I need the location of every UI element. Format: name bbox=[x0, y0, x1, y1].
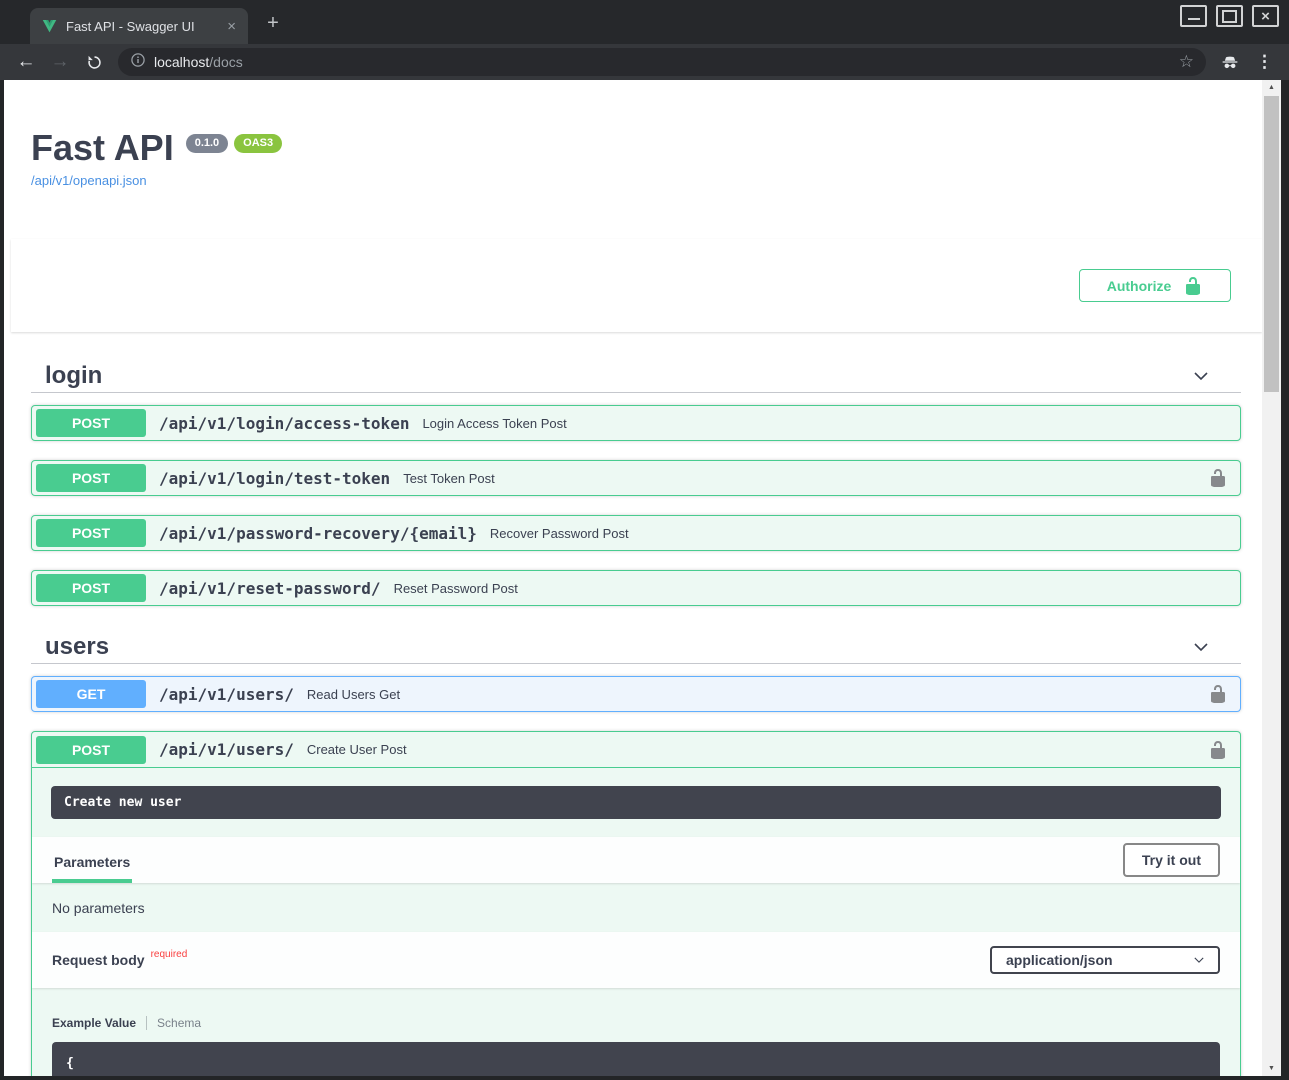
api-info: Fast API 0.1.0 OAS3 /api/v1/openapi.json bbox=[31, 128, 1235, 190]
tag-header-users[interactable]: users bbox=[31, 625, 1241, 664]
tag-section-login: login POST /api/v1/login/access-token Lo… bbox=[31, 354, 1241, 606]
endpoint-row-reset-password[interactable]: POST /api/v1/reset-password/ Reset Passw… bbox=[31, 570, 1241, 606]
example-code-block: { bbox=[52, 1042, 1220, 1076]
url-path: /docs bbox=[209, 54, 242, 70]
required-badge: required bbox=[151, 949, 188, 960]
endpoint-path: /api/v1/users/ bbox=[159, 685, 294, 704]
method-badge: GET bbox=[36, 680, 146, 708]
browser-toolbar: ← → localhost /docs ☆ ⋮ bbox=[0, 44, 1289, 80]
openapi-spec-link[interactable]: /api/v1/openapi.json bbox=[31, 173, 147, 188]
window-minimize-button[interactable] bbox=[1180, 5, 1207, 27]
authorize-label: Authorize bbox=[1107, 278, 1172, 294]
endpoint-path: /api/v1/reset-password/ bbox=[159, 579, 381, 598]
chevron-down-icon[interactable] bbox=[1191, 366, 1211, 386]
operation-description: Create new user bbox=[51, 786, 1221, 819]
endpoint-summary: Recover Password Post bbox=[490, 526, 629, 541]
oas3-badge: OAS3 bbox=[234, 134, 282, 153]
endpoint-path: /api/v1/login/access-token bbox=[159, 414, 409, 433]
endpoint-summary: Test Token Post bbox=[403, 471, 495, 486]
incognito-icon bbox=[1220, 52, 1240, 72]
tab-example-value[interactable]: Example Value bbox=[52, 1016, 136, 1030]
window-close-icon: × bbox=[1261, 9, 1270, 24]
model-example: Example Value Schema { bbox=[52, 1016, 1220, 1076]
swagger-page: Fast API 0.1.0 OAS3 /api/v1/openapi.json… bbox=[4, 80, 1262, 1076]
site-info-icon[interactable] bbox=[130, 52, 146, 73]
chevron-down-icon[interactable] bbox=[1191, 637, 1211, 657]
address-bar[interactable]: localhost /docs ☆ bbox=[118, 48, 1206, 76]
authorize-button[interactable]: Authorize bbox=[1079, 269, 1231, 302]
auth-lock-icon[interactable] bbox=[1208, 468, 1228, 488]
forward-icon[interactable]: → bbox=[50, 52, 70, 72]
parameters-tab: Parameters bbox=[52, 842, 132, 883]
auth-lock-icon[interactable] bbox=[1208, 740, 1228, 760]
unlocked-padlock-icon bbox=[1183, 276, 1203, 296]
endpoint-row-create-user[interactable]: POST /api/v1/users/ Create User Post bbox=[32, 732, 1240, 768]
endpoint-row-login-test-token[interactable]: POST /api/v1/login/test-token Test Token… bbox=[31, 460, 1241, 496]
endpoint-path: /api/v1/users/ bbox=[159, 740, 294, 759]
endpoint-row-login-access-token[interactable]: POST /api/v1/login/access-token Login Ac… bbox=[31, 405, 1241, 441]
vue-logo-favicon-icon bbox=[40, 17, 58, 35]
endpoint-path: /api/v1/login/test-token bbox=[159, 469, 390, 488]
back-icon[interactable]: ← bbox=[16, 52, 36, 72]
method-badge: POST bbox=[36, 519, 146, 547]
tab-title: Fast API - Swagger UI bbox=[66, 19, 223, 34]
browser-titlebar: Fast API - Swagger UI × + × bbox=[0, 0, 1289, 44]
browser-window: Fast API - Swagger UI × + × ← → localhos… bbox=[0, 0, 1289, 1080]
method-badge: POST bbox=[36, 464, 146, 492]
method-badge: POST bbox=[36, 736, 146, 764]
browser-tab[interactable]: Fast API - Swagger UI × bbox=[30, 8, 248, 44]
bookmark-star-icon[interactable]: ☆ bbox=[1179, 52, 1194, 72]
window-maximize-button[interactable] bbox=[1216, 5, 1243, 27]
page-title: Fast API bbox=[31, 128, 174, 168]
no-parameters-text: No parameters bbox=[32, 883, 1240, 932]
endpoint-summary: Read Users Get bbox=[307, 687, 400, 702]
scrollbar-thumb[interactable] bbox=[1264, 96, 1279, 392]
content-type-value: application/json bbox=[1006, 952, 1113, 968]
new-tab-button[interactable]: + bbox=[260, 10, 286, 36]
url-host: localhost bbox=[154, 54, 209, 70]
content-type-select[interactable]: application/json bbox=[990, 946, 1220, 974]
tag-name: users bbox=[45, 633, 109, 661]
scheme-container: Authorize bbox=[11, 239, 1262, 332]
tab-separator bbox=[146, 1016, 147, 1030]
scrollbar-up-arrow[interactable]: ▲ bbox=[1262, 80, 1281, 95]
endpoint-summary: Login Access Token Post bbox=[422, 416, 566, 431]
method-badge: POST bbox=[36, 574, 146, 602]
window-close-button[interactable]: × bbox=[1252, 5, 1279, 27]
reload-icon[interactable] bbox=[84, 52, 104, 72]
auth-lock-icon[interactable] bbox=[1208, 684, 1228, 704]
tag-section-users: users GET /api/v1/users/ Read Users Get bbox=[31, 625, 1241, 1076]
try-it-out-button[interactable]: Try it out bbox=[1123, 843, 1220, 877]
endpoint-path: /api/v1/password-recovery/{email} bbox=[159, 524, 477, 543]
endpoint-row-read-users[interactable]: GET /api/v1/users/ Read Users Get bbox=[31, 676, 1241, 712]
browser-menu-icon[interactable]: ⋮ bbox=[1252, 52, 1277, 72]
page-scrollbar: ▲ ▼ bbox=[1262, 80, 1281, 1076]
endpoint-summary: Create User Post bbox=[307, 742, 407, 757]
method-badge: POST bbox=[36, 409, 146, 437]
endpoint-row-password-recovery[interactable]: POST /api/v1/password-recovery/{email} R… bbox=[31, 515, 1241, 551]
parameters-header: Parameters Try it out bbox=[32, 837, 1240, 883]
request-body-header: Request body required application/json bbox=[32, 932, 1240, 988]
tab-schema[interactable]: Schema bbox=[157, 1016, 201, 1030]
expanded-endpoint-create-user: POST /api/v1/users/ Create User Post Cre… bbox=[31, 731, 1241, 1076]
tag-header-login[interactable]: login bbox=[31, 354, 1241, 393]
scrollbar-down-arrow[interactable]: ▼ bbox=[1262, 1061, 1281, 1076]
tag-name: login bbox=[45, 362, 102, 390]
request-body-label: Request body bbox=[52, 952, 145, 968]
tab-close-icon[interactable]: × bbox=[223, 18, 240, 35]
window-controls: × bbox=[1180, 5, 1279, 27]
chevron-down-icon bbox=[1192, 953, 1206, 967]
version-badge: 0.1.0 bbox=[186, 134, 228, 153]
operation-body: Create new user Parameters Try it out No… bbox=[32, 786, 1240, 1076]
endpoint-summary: Reset Password Post bbox=[394, 581, 518, 596]
